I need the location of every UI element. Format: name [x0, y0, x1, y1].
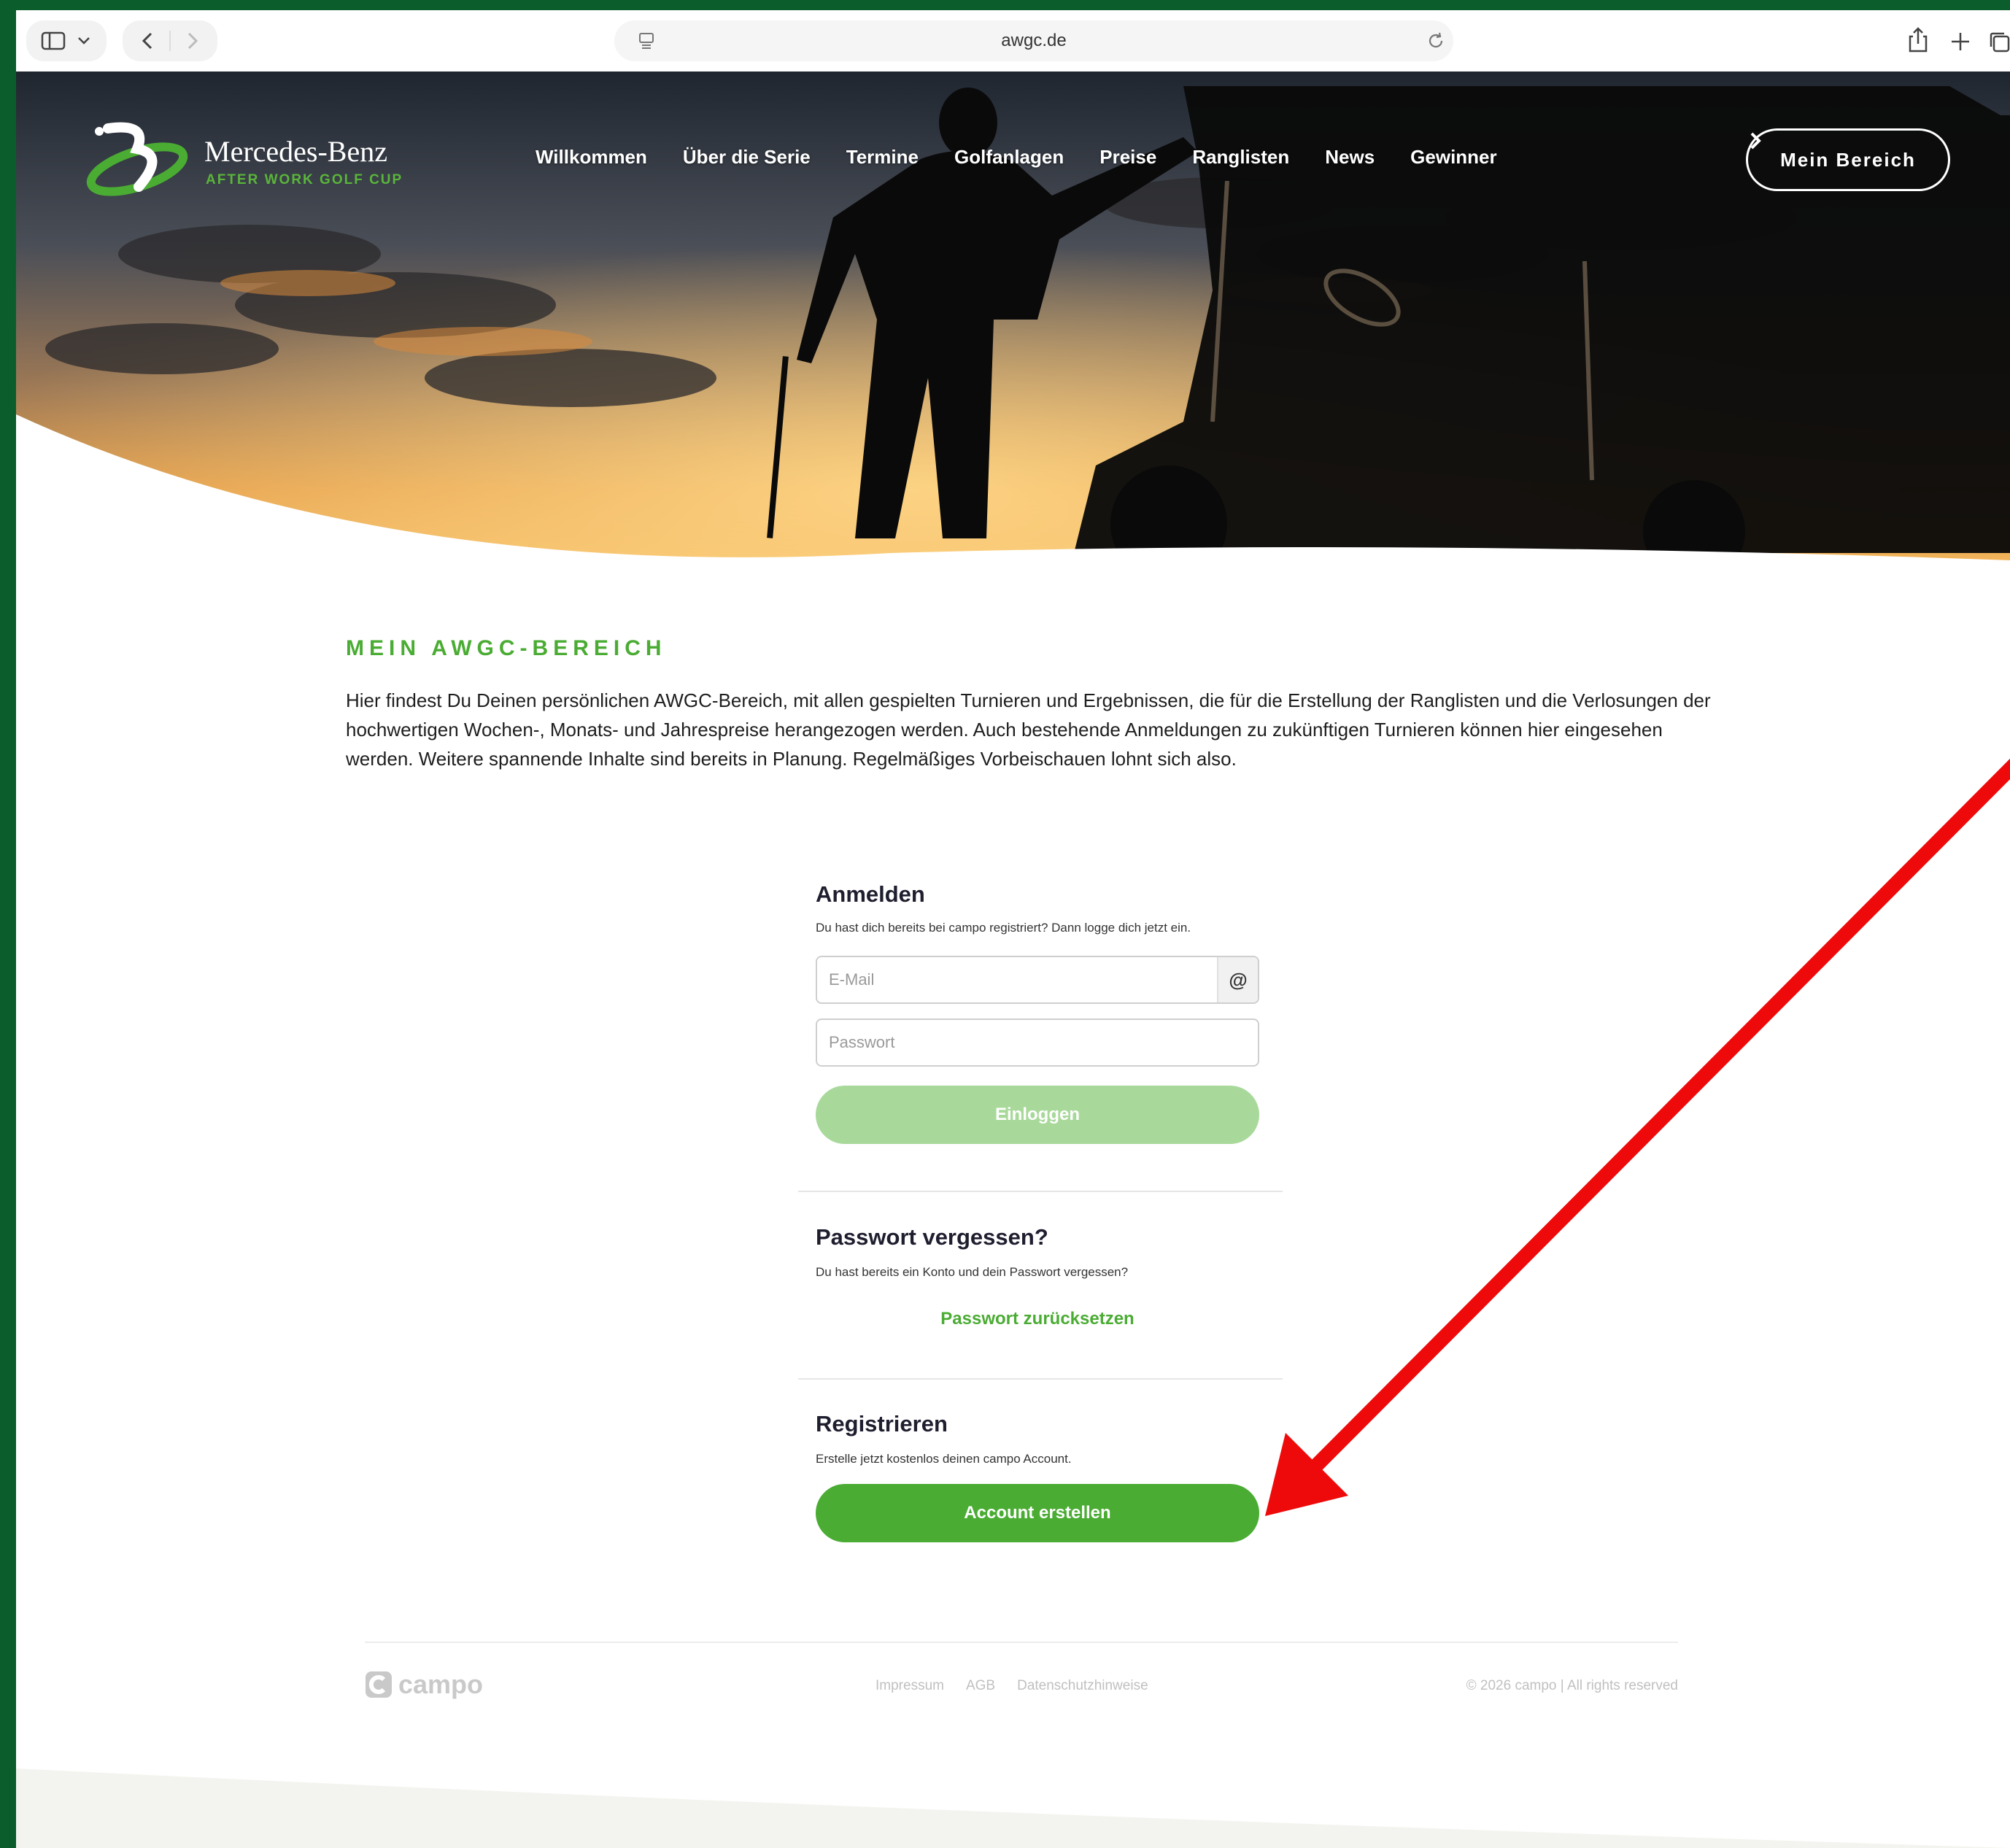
forward-icon[interactable]	[181, 30, 203, 52]
nav-ueber-die-serie[interactable]: Über die Serie	[683, 146, 811, 169]
site-logo[interactable]: Mercedes-Benz AFTER WORK GOLF CUP	[86, 120, 401, 200]
footer-link-agb[interactable]: AGB	[966, 1678, 995, 1694]
logo-title: Mercedes-Benz	[204, 135, 387, 168]
forgot-password-section: Passwort vergessen? Du hast bereits ein …	[798, 1214, 1283, 1360]
password-field[interactable]: Passwort	[816, 1018, 1259, 1067]
campo-logo-text: campo	[398, 1669, 484, 1699]
page-title: MEIN AWGC-BEREICH	[346, 636, 667, 660]
register-title: Registrieren	[816, 1411, 948, 1437]
email-placeholder: E-Mail	[829, 970, 875, 989]
browser-toolbar: awgc.de	[16, 10, 2010, 72]
login-button[interactable]: Einloggen	[816, 1086, 1259, 1144]
password-placeholder: Passwort	[829, 1033, 895, 1051]
section-divider	[798, 1378, 1283, 1380]
intro-text: Hier findest Du Deinen persönlichen AWGC…	[346, 689, 1711, 770]
url-text: awgc.de	[1001, 31, 1067, 50]
forgot-title: Passwort vergessen?	[816, 1224, 1048, 1250]
login-title: Anmelden	[816, 881, 925, 907]
browser-window: awgc.de Mercedes-Benz AFTER WORK GOLF CU…	[16, 10, 2010, 1848]
footer-links: Impressum AGB Datenschutzhinweise	[875, 1678, 1148, 1694]
sidebar-toggle-button[interactable]	[26, 20, 107, 61]
forgot-subtitle: Du hast bereits ein Konto und dein Passw…	[816, 1265, 1129, 1279]
bottom-wave	[16, 1768, 2010, 1848]
login-subtitle: Du hast dich bereits bei campo registrie…	[816, 921, 1191, 935]
back-icon[interactable]	[137, 30, 159, 52]
login-section: Anmelden Du hast dich bereits bei campo …	[798, 874, 1283, 1151]
history-buttons	[123, 20, 217, 61]
sidebar-icon	[41, 31, 66, 50]
section-divider	[798, 1191, 1283, 1192]
nav-termine[interactable]: Termine	[846, 146, 919, 169]
create-account-button[interactable]: Account erstellen	[816, 1484, 1259, 1542]
email-field[interactable]: E-Mail @	[816, 956, 1259, 1004]
nav-golfanlagen[interactable]: Golfanlagen	[954, 146, 1064, 169]
logo-subtitle: AFTER WORK GOLF CUP	[206, 172, 403, 187]
at-icon: @	[1217, 957, 1258, 1002]
nav-gewinner[interactable]: Gewinner	[1410, 146, 1496, 169]
footer-link-impressum[interactable]: Impressum	[875, 1678, 944, 1694]
address-bar[interactable]: awgc.de	[614, 20, 1453, 61]
main-navigation: Willkommen Über die Serie Termine Golfan…	[536, 146, 1533, 169]
register-subtitle: Erstelle jetzt kostenlos deinen campo Ac…	[816, 1452, 1072, 1466]
share-icon[interactable]	[1906, 26, 1930, 54]
campo-logo[interactable]: campo	[365, 1669, 483, 1700]
campo-logo-icon	[366, 1671, 392, 1698]
nav-ranglisten[interactable]: Ranglisten	[1192, 146, 1289, 169]
mein-bereich-button[interactable]: Mein Bereich	[1746, 128, 1950, 191]
copyright: © 2026 campo | All rights reserved	[1466, 1678, 1678, 1693]
mein-bereich-label: Mein Bereich	[1780, 148, 1916, 171]
nav-preise[interactable]: Preise	[1099, 146, 1156, 169]
footer-link-datenschutz[interactable]: Datenschutzhinweise	[1017, 1678, 1148, 1694]
reset-password-link[interactable]: Passwort zurücksetzen	[816, 1309, 1259, 1329]
hero-banner: Mercedes-Benz AFTER WORK GOLF CUP Willko…	[16, 71, 2010, 565]
register-section: Registrieren Erstelle jetzt kostenlos de…	[798, 1401, 1283, 1561]
golfer-logo-icon	[86, 122, 188, 196]
footer-divider	[365, 1642, 1678, 1643]
new-tab-icon[interactable]	[1949, 31, 1971, 53]
nav-news[interactable]: News	[1325, 146, 1375, 169]
chevron-right-icon	[1750, 132, 1761, 150]
tab-overview-icon[interactable]	[1988, 31, 2010, 53]
chevron-down-icon	[78, 37, 90, 45]
reload-icon[interactable]	[1426, 31, 1446, 51]
nav-willkommen[interactable]: Willkommen	[536, 146, 647, 169]
